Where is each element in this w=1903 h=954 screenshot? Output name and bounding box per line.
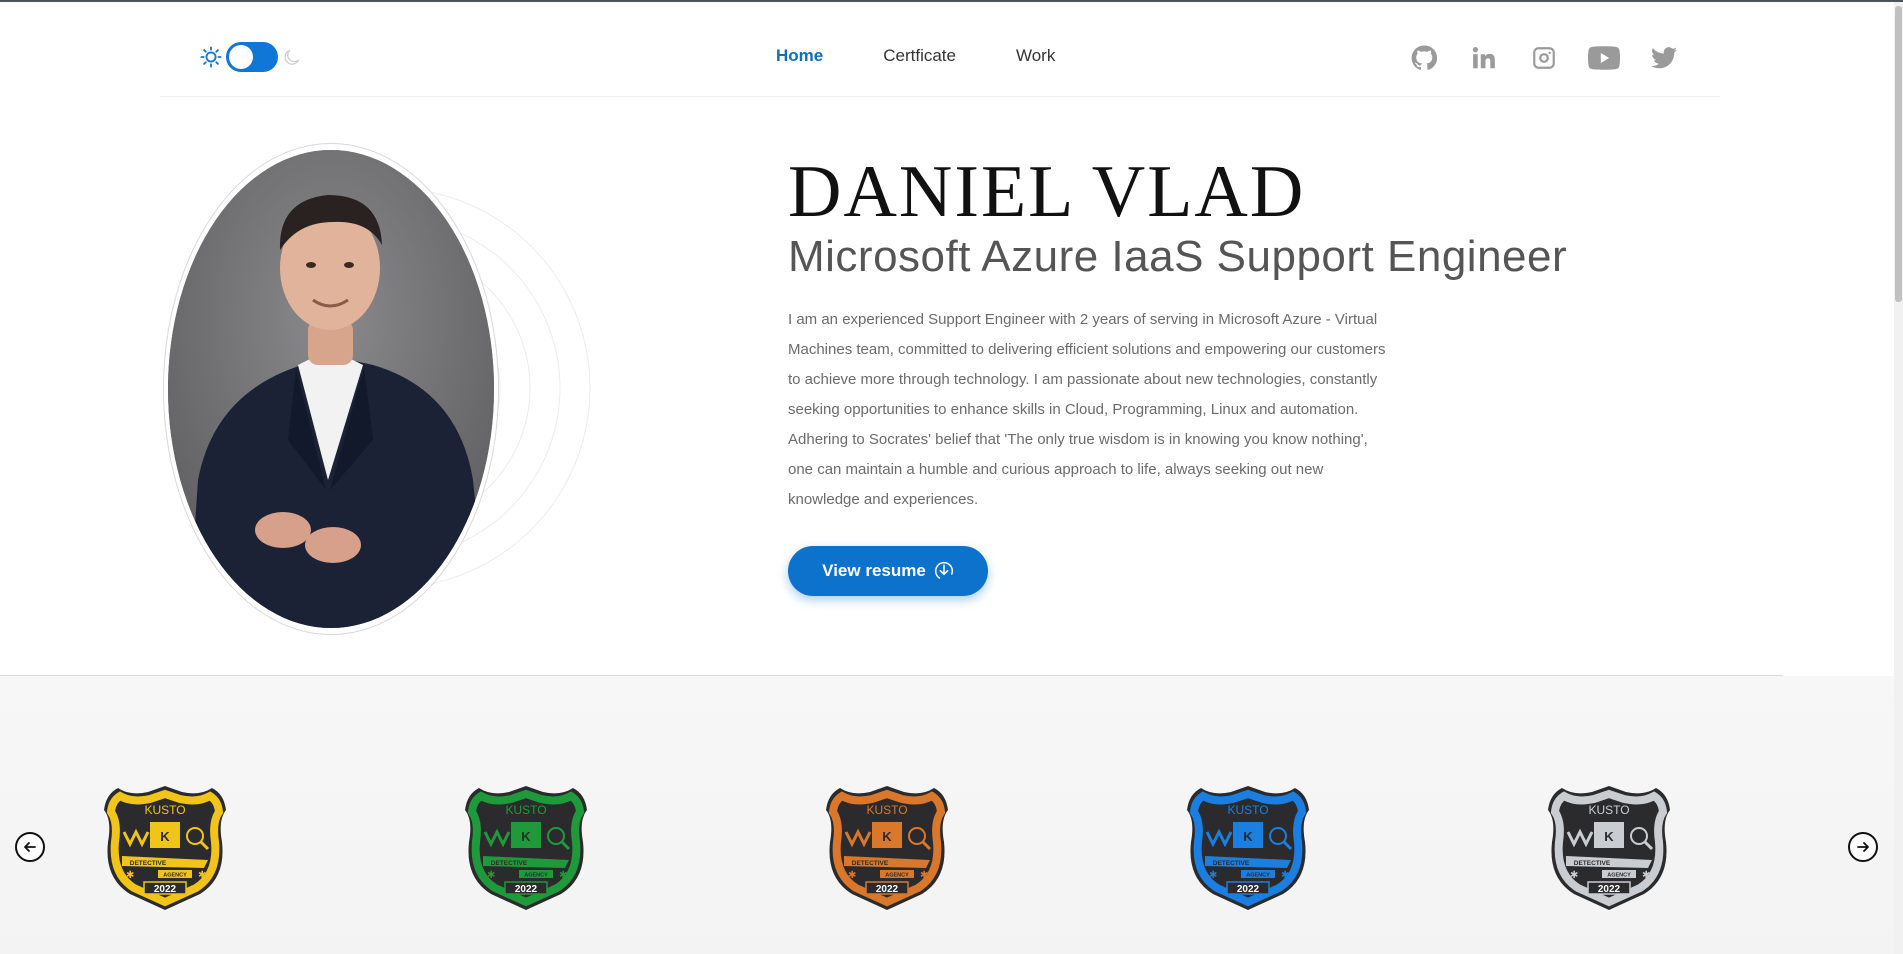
nav-work[interactable]: Work (1016, 46, 1055, 66)
svg-text:✱: ✱ (559, 870, 567, 881)
twitter-icon[interactable] (1648, 42, 1680, 74)
badge-year: 2022 (515, 884, 538, 895)
badge-sub-text: AGENCY (1246, 873, 1270, 879)
badge-logo-text: K (1604, 829, 1614, 844)
nav-certificate[interactable]: Certficate (883, 46, 956, 66)
badge-sub-text: AGENCY (163, 873, 187, 879)
badge-title: KUSTO (144, 803, 185, 817)
badge-ribbon-text: DETECTIVE (491, 860, 528, 867)
sun-icon (200, 46, 222, 68)
kusto-badge[interactable]: KUSTO K DETECTIVE AGENCY ✱ ✱ 2022 (1183, 782, 1313, 914)
theme-switch[interactable] (226, 42, 278, 72)
carousel-prev-button[interactable] (15, 832, 45, 862)
badge-title: KUSTO (505, 803, 546, 817)
theme-switch-knob (229, 45, 253, 69)
svg-text:✱: ✱ (1281, 870, 1289, 881)
svg-text:✱: ✱ (848, 870, 856, 881)
kusto-badge[interactable]: KUSTO K DETECTIVE AGENCY ✱ ✱ 2022 (822, 782, 952, 914)
badge-logo-text: K (882, 829, 892, 844)
social-links (1408, 42, 1680, 74)
view-resume-label: View resume (822, 561, 926, 580)
badge-year: 2022 (1237, 884, 1260, 895)
download-icon (934, 561, 953, 581)
youtube-icon[interactable] (1588, 42, 1620, 74)
badge-title: KUSTO (1588, 803, 1629, 817)
arrow-left-icon (24, 842, 36, 852)
hero-role: Microsoft Azure IaaS Support Engineer (788, 232, 1568, 281)
instagram-icon[interactable] (1528, 42, 1560, 74)
badge-sub-text: AGENCY (524, 873, 548, 879)
arrow-right-icon (1857, 842, 1869, 852)
profile-photo (168, 150, 494, 628)
badge-ribbon-text: DETECTIVE (130, 860, 167, 867)
badge-ribbon-text: DETECTIVE (1213, 860, 1250, 867)
badge-year: 2022 (876, 884, 899, 895)
github-icon[interactable] (1408, 42, 1440, 74)
carousel-next-button[interactable] (1848, 832, 1878, 862)
hero-bio: I am an experienced Support Engineer wit… (788, 311, 1386, 508)
nav-home[interactable]: Home (776, 46, 823, 66)
kusto-badge[interactable]: KUSTO K DETECTIVE AGENCY ✱ ✱ 2022 (100, 782, 230, 914)
badge-year: 2022 (1598, 884, 1621, 895)
svg-text:✱: ✱ (487, 870, 495, 881)
badge-title: KUSTO (1227, 803, 1268, 817)
main-nav: Home Certficate Work (776, 46, 1055, 66)
badge-year: 2022 (154, 884, 177, 895)
badge-sub-text: AGENCY (885, 873, 909, 879)
svg-text:✱: ✱ (126, 870, 134, 881)
badge-logo-text: K (521, 829, 531, 844)
badge-logo-text: K (1243, 829, 1253, 844)
theme-toggle[interactable] (200, 42, 302, 72)
hero-name: DANIEL VLAD (788, 151, 1306, 233)
site-header: Home Certficate Work (160, 20, 1720, 97)
badge-logo-text: K (160, 829, 170, 844)
badge-title: KUSTO (866, 803, 907, 817)
kusto-badge[interactable]: KUSTO K DETECTIVE AGENCY ✱ ✱ 2022 (461, 782, 591, 914)
badge-ribbon-text: DETECTIVE (1574, 860, 1611, 867)
badge-ribbon-text: DETECTIVE (852, 860, 889, 867)
svg-text:✱: ✱ (920, 870, 928, 881)
svg-text:✱: ✱ (1209, 870, 1217, 881)
scrollbar-thumb[interactable] (1895, 6, 1902, 302)
svg-text:✱: ✱ (1642, 870, 1650, 881)
view-resume-button[interactable]: View resume (788, 546, 988, 596)
vertical-scrollbar[interactable] (1894, 2, 1903, 954)
kusto-badge[interactable]: KUSTO K DETECTIVE AGENCY ✱ ✱ 2022 (1544, 782, 1674, 914)
badge-sub-text: AGENCY (1607, 873, 1631, 879)
window-top-border (0, 0, 1903, 2)
linkedin-icon[interactable] (1468, 42, 1500, 74)
svg-text:✱: ✱ (1570, 870, 1578, 881)
svg-text:✱: ✱ (198, 870, 206, 881)
moon-icon (284, 49, 300, 65)
